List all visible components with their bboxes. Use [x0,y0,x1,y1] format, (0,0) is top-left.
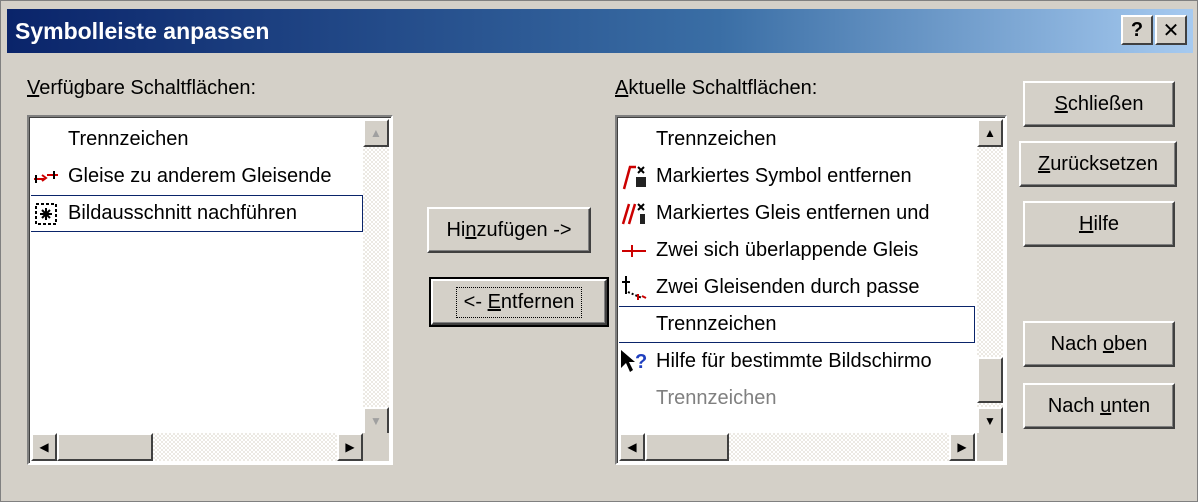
context-help-button[interactable]: ? [1121,15,1153,45]
available-horizontal-scrollbar[interactable]: ◀ ▶ [31,433,363,461]
list-item[interactable]: Zwei Gleisenden durch passe [619,269,975,306]
list-item[interactable]: Trennzeichen [619,380,975,417]
track-connect-icon [31,162,61,192]
separator-icon [619,384,649,414]
separator-icon [619,125,649,155]
help-cursor-icon: ? [619,347,649,377]
add-button[interactable]: Hinzufügen -> [427,207,591,253]
close-button[interactable]: Schließen [1023,81,1175,127]
current-vertical-scrollbar[interactable]: ▲ ▼ [977,119,1003,435]
remove-button[interactable]: <- Entfernen [429,277,609,327]
move-up-button[interactable]: Nach oben [1023,321,1175,367]
list-item[interactable]: Trennzeichen [31,121,363,158]
scroll-up-arrow-icon[interactable]: ▲ [977,119,1003,147]
connect-ends-icon [619,273,649,303]
current-horizontal-scrollbar[interactable]: ◀ ▶ [619,433,975,461]
available-buttons-list[interactable]: Trennzeichen Gleise zu anderem Gleisende… [27,115,393,465]
current-buttons-list[interactable]: Trennzeichen Markiertes Symbol entfernen… [615,115,1007,465]
list-item[interactable]: Trennzeichen [619,121,975,158]
scroll-left-arrow-icon[interactable]: ◀ [619,433,645,461]
scroll-right-arrow-icon[interactable]: ▶ [337,433,363,461]
available-buttons-label: Verfügbare Schaltflächen: [27,77,257,99]
current-buttons-label: Aktuelle Schaltflächen: [615,77,818,99]
list-item[interactable]: Trennzeichen [619,306,975,343]
scroll-up-arrow-icon[interactable]: ▲ [363,119,389,147]
list-item[interactable]: Markiertes Symbol entfernen [619,158,975,195]
overlap-tracks-icon [619,236,649,266]
list-item[interactable]: Gleise zu anderem Gleisende [31,158,363,195]
list-item[interactable]: ? Hilfe für bestimmte Bildschirmo [619,343,975,380]
scroll-down-arrow-icon[interactable]: ▼ [363,407,389,435]
available-vertical-scrollbar[interactable]: ▲ ▼ [363,119,389,435]
scroll-corner [363,433,389,461]
scroll-right-arrow-icon[interactable]: ▶ [949,433,975,461]
scroll-down-arrow-icon[interactable]: ▼ [977,407,1003,435]
scroll-corner [977,433,1003,461]
separator-icon [619,310,649,340]
list-item[interactable]: Zwei sich überlappende Gleis [619,232,975,269]
list-item[interactable]: Markiertes Gleis entfernen und [619,195,975,232]
vertical-scroll-thumb[interactable] [977,357,1003,403]
help-button[interactable]: Hilfe [1023,201,1175,247]
scroll-left-arrow-icon[interactable]: ◀ [31,433,57,461]
svg-text:?: ? [635,351,647,373]
horizontal-scroll-thumb[interactable] [57,433,153,461]
reset-button[interactable]: Zurücksetzen [1019,141,1177,187]
separator-icon [31,125,61,155]
remove-symbol-icon [619,162,649,192]
close-window-button[interactable]: ✕ [1155,15,1187,45]
title-bar: Symbolleiste anpassen ? ✕ [7,9,1193,53]
dialog-title: Symbolleiste anpassen [15,18,270,44]
move-down-button[interactable]: Nach unten [1023,383,1175,429]
horizontal-scroll-thumb[interactable] [645,433,729,461]
customize-toolbar-dialog: Symbolleiste anpassen ? ✕ Verfügbare Sch… [0,0,1198,502]
follow-view-icon [31,199,61,229]
list-item[interactable]: Bildausschnitt nachführen [31,195,363,232]
remove-track-icon [619,199,649,229]
